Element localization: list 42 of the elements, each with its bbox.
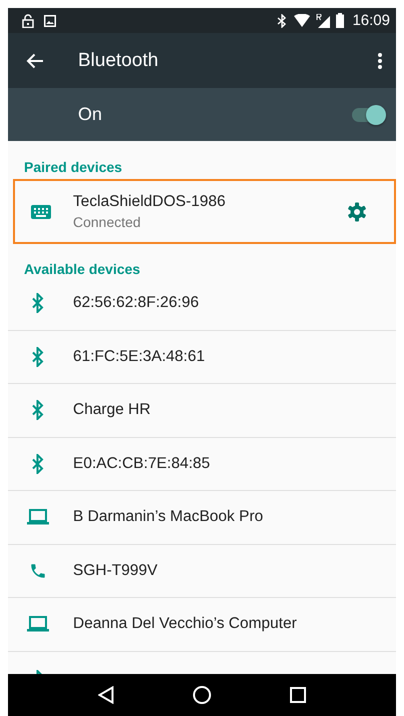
bluetooth-icon [32, 346, 44, 367]
more-options-icon[interactable] [378, 52, 382, 68]
image-icon [44, 14, 56, 26]
settings-icon[interactable] [347, 202, 367, 222]
lock-icon [22, 14, 34, 28]
device-name: B Darmanin’s MacBook Pro [73, 508, 264, 526]
section-header: Paired devices [23, 158, 124, 175]
screen-title: Bluetooth [78, 50, 158, 72]
signal-icon [316, 14, 330, 28]
home-icon[interactable] [192, 686, 211, 704]
device-name: Deanna Del Vecchio’s Computer [73, 615, 297, 634]
device-row[interactable]: Charge HR [8, 384, 396, 438]
device-row[interactable]: 62:56:62:8F:26:96 [8, 277, 396, 330]
bluetooth-icon [32, 400, 44, 420]
keyboard-icon [31, 204, 51, 218]
device-row[interactable]: B Darmanin’s MacBook Pro [8, 491, 396, 544]
device-name: 62:56:62:8F:26:96 [73, 294, 199, 312]
bluetooth-icon [32, 454, 44, 474]
device-name: SGH-T999V [73, 562, 158, 580]
back-arrow-icon[interactable] [26, 52, 44, 68]
paired-device-row[interactable]: TeclaShieldDOS-1986 Connected [13, 179, 396, 244]
device-name: Charge HR [73, 401, 151, 420]
device-row[interactable]: SGH-T999V [8, 544, 396, 598]
device-name: TeclaShieldDOS-1986 [73, 193, 226, 211]
battery-icon [336, 13, 344, 28]
back-icon[interactable] [98, 686, 114, 704]
device-row[interactable]: E0:AC:CB:7E:84:85 [8, 438, 396, 491]
device-row[interactable]: 61:FC:5E:3A:48:61 [8, 330, 396, 384]
device-name: E0:AC:CB:7E:84:85 [73, 454, 210, 473]
switch-label: On [78, 104, 102, 125]
laptop-icon [27, 509, 49, 526]
phone-icon [29, 562, 47, 580]
recents-icon[interactable] [290, 687, 306, 703]
device-row[interactable]: Deanna Del Vecchio’s Computer [8, 598, 396, 652]
section-header: Available devices [23, 260, 142, 277]
clock-time: 16:09 [352, 12, 390, 29]
bluetooth-icon [276, 14, 288, 28]
laptop-icon [27, 616, 49, 632]
bluetooth-icon [32, 293, 44, 314]
wifi-icon [294, 14, 310, 27]
device-name: 61:FC:5E:3A:48:61 [73, 348, 205, 366]
device-status: Connected [73, 214, 142, 230]
